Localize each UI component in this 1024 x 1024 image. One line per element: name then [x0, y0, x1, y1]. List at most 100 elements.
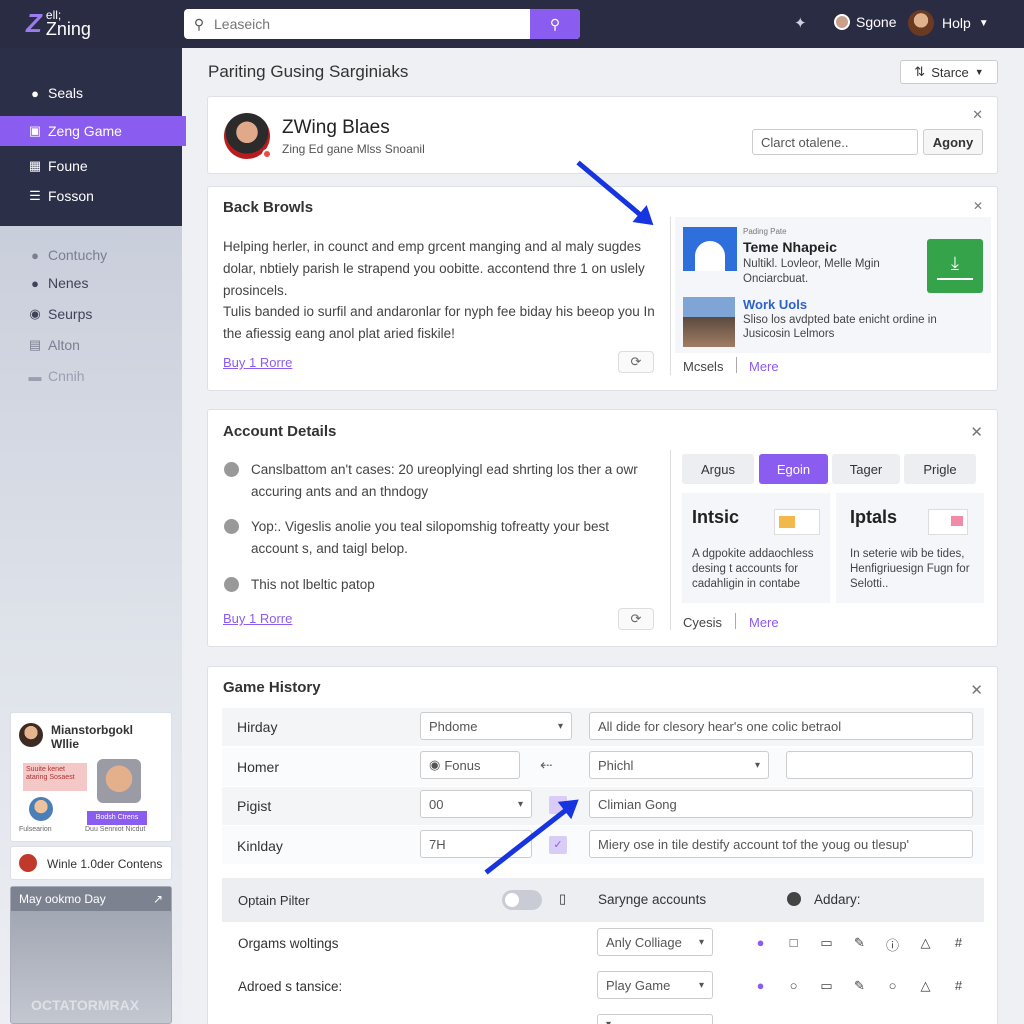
history-text-field[interactable]: [786, 751, 973, 779]
side-item-title[interactable]: Teme Nhapeic: [743, 239, 837, 255]
card-paragraph: Helping herler, in counct and emp grcent…: [223, 239, 645, 298]
history-text-field[interactable]: All dide for clesory hear's one colic be…: [589, 712, 973, 740]
hash-icon[interactable]: #: [942, 935, 975, 954]
info-tile[interactable]: Iptals In seterie wib be tides, Henfigri…: [836, 493, 984, 603]
sidebar-item-label: Alton: [48, 337, 80, 353]
filter-icon: ⇅: [914, 64, 926, 79]
promo-subtext: Suuite kenet ataring Sosaest: [23, 763, 87, 791]
calendar-icon: ▦: [28, 158, 42, 173]
tab-tager[interactable]: Tager: [832, 454, 900, 484]
info-tile[interactable]: Intsic A dgpokite addaochless desing t a…: [682, 493, 830, 603]
swap-icon[interactable]: ⇠: [540, 756, 553, 774]
sidebar-item-seurps[interactable]: ◉ Seurps: [0, 299, 182, 329]
sidebar-item-label: Contuchy: [48, 247, 108, 263]
promo-card[interactable]: Mianstorbgokl Wllie Suuite kenet ataring…: [10, 712, 172, 842]
close-icon[interactable]: ✕: [970, 423, 983, 441]
lock-icon[interactable]: ▭: [810, 978, 843, 994]
person-icon: ●: [31, 247, 39, 263]
warning-icon[interactable]: △: [909, 978, 942, 994]
toggle-switch[interactable]: [502, 890, 542, 910]
refresh-icon[interactable]: ⟳: [618, 351, 654, 373]
checkbox-checked[interactable]: ✓: [549, 836, 567, 854]
savings-label: Sarynge accounts: [598, 892, 707, 907]
user-menu[interactable]: Sgone: [834, 14, 914, 30]
history-field[interactable]: 7H: [420, 830, 532, 858]
search-button[interactable]: ⚲: [530, 9, 580, 39]
close-icon[interactable]: ✕: [973, 199, 983, 213]
circle-icon: ◉: [29, 306, 41, 321]
fonus-field[interactable]: ◉ Fonus: [420, 751, 520, 779]
info-icon: [787, 892, 801, 906]
promo-title: May ookmo Day: [19, 892, 106, 906]
person-icon: ●: [31, 275, 39, 291]
promo-card-image[interactable]: May ookmo Day ↗ OCTATORMRAX: [10, 886, 172, 1024]
side-footer-link[interactable]: Mcsels: [683, 359, 723, 374]
avatar: [19, 723, 43, 747]
hash-icon[interactable]: #: [942, 978, 975, 994]
buy-link[interactable]: Buy 1 Rorre: [223, 355, 292, 370]
promo-title: Winle 1.0der Contens: [47, 857, 163, 871]
sidebar-item-foune[interactable]: ▦ Foune: [0, 151, 182, 181]
lock-icon[interactable]: ▭: [810, 935, 843, 954]
illustration-icon: [774, 509, 820, 535]
sidebar-item-cnnih[interactable]: ▬ Cnnih: [0, 361, 182, 391]
edit-icon[interactable]: ↗: [153, 892, 163, 906]
edit-icon[interactable]: ✎: [843, 935, 876, 954]
history-text-field[interactable]: Climian Gong: [589, 790, 973, 818]
promo-card-contents[interactable]: Winle 1.0der Contens: [10, 846, 172, 880]
profile-input[interactable]: Clarct otalene..: [752, 129, 918, 155]
tab-egoin[interactable]: Egoin: [759, 454, 828, 484]
sidebar-item-label: Seurps: [48, 306, 93, 322]
tab-argus[interactable]: Argus: [682, 454, 754, 484]
back-browls-card: Back Browls ✕ Helping herler, in counct …: [207, 186, 998, 391]
sidebar-item-nenes[interactable]: ● Nenes: [0, 268, 182, 298]
tile-desc: A dgpokite addaochless desing t accounts…: [692, 548, 814, 590]
illustration-icon: [928, 509, 968, 535]
search-input[interactable]: [214, 9, 530, 39]
profile-subtitle: Zing Ed gane Mlss Snoanil: [282, 142, 425, 156]
promo-button[interactable]: Bodsh Ctrens: [87, 811, 147, 825]
help-menu[interactable]: Holp ▼: [908, 10, 1004, 36]
history-select[interactable]: Play Game: [597, 971, 713, 999]
account-item: Yop:. Vigeslis anolie you teal silopomsh…: [251, 519, 609, 556]
history-select[interactable]: [597, 1014, 713, 1024]
sidebar-item-label: Nenes: [48, 275, 89, 291]
pin-icon[interactable]: ●: [744, 978, 777, 994]
app-logo[interactable]: Z ell; Zning: [26, 9, 91, 39]
close-icon[interactable]: ✕: [972, 107, 983, 123]
sidebar-item-alton[interactable]: ▤ Alton: [0, 330, 182, 360]
history-select[interactable]: Phichl: [589, 751, 769, 779]
refresh-icon[interactable]: ⟳: [618, 608, 654, 630]
tile-footer-link[interactable]: Cyesis: [683, 615, 722, 630]
location-icon[interactable]: ○: [777, 978, 810, 994]
sidebar-item-fosson[interactable]: ☰ Fosson: [0, 181, 182, 211]
logo-text: Zning: [45, 18, 91, 39]
history-select[interactable]: Anly Colliage: [597, 928, 713, 956]
pin-icon[interactable]: ✦: [794, 14, 807, 32]
starce-dropdown[interactable]: ⇅ Starce ▼: [900, 60, 998, 84]
warning-icon[interactable]: △: [909, 935, 942, 954]
edit-icon[interactable]: ✎: [843, 978, 876, 994]
pin-icon[interactable]: ●: [744, 935, 777, 954]
history-select[interactable]: Phdome: [420, 712, 572, 740]
sidebar-item-contuchy[interactable]: ● Contuchy: [0, 240, 182, 270]
sidebar-item-seals[interactable]: ● Seals: [0, 78, 182, 108]
history-text-field[interactable]: Miery ose in tile destify account tof th…: [589, 830, 973, 858]
tab-prigle[interactable]: Prigle: [904, 454, 976, 484]
tile-footer-more[interactable]: Mere: [749, 615, 779, 630]
folder-icon[interactable]: □: [777, 935, 810, 954]
info-icon[interactable]: ⓘ: [876, 935, 909, 954]
agony-button[interactable]: Agony: [923, 129, 983, 155]
buy-link[interactable]: Buy 1 Rorre: [223, 611, 292, 626]
bag-icon[interactable]: ○: [876, 978, 909, 994]
side-item-title[interactable]: Work Uols: [743, 297, 807, 312]
sidebar-item-zeng-game[interactable]: ▣ Zeng Game: [0, 116, 186, 146]
row-label: Kinlday: [237, 838, 283, 854]
history-select[interactable]: 00: [420, 790, 532, 818]
side-footer-more[interactable]: Mere: [749, 359, 779, 374]
close-icon[interactable]: ✕: [970, 681, 983, 699]
chevron-down-icon: ▼: [978, 17, 989, 29]
user-placeholder-image: [683, 227, 737, 271]
trash-icon[interactable]: ▯: [559, 891, 566, 907]
download-button[interactable]: ⤓: [927, 239, 983, 293]
